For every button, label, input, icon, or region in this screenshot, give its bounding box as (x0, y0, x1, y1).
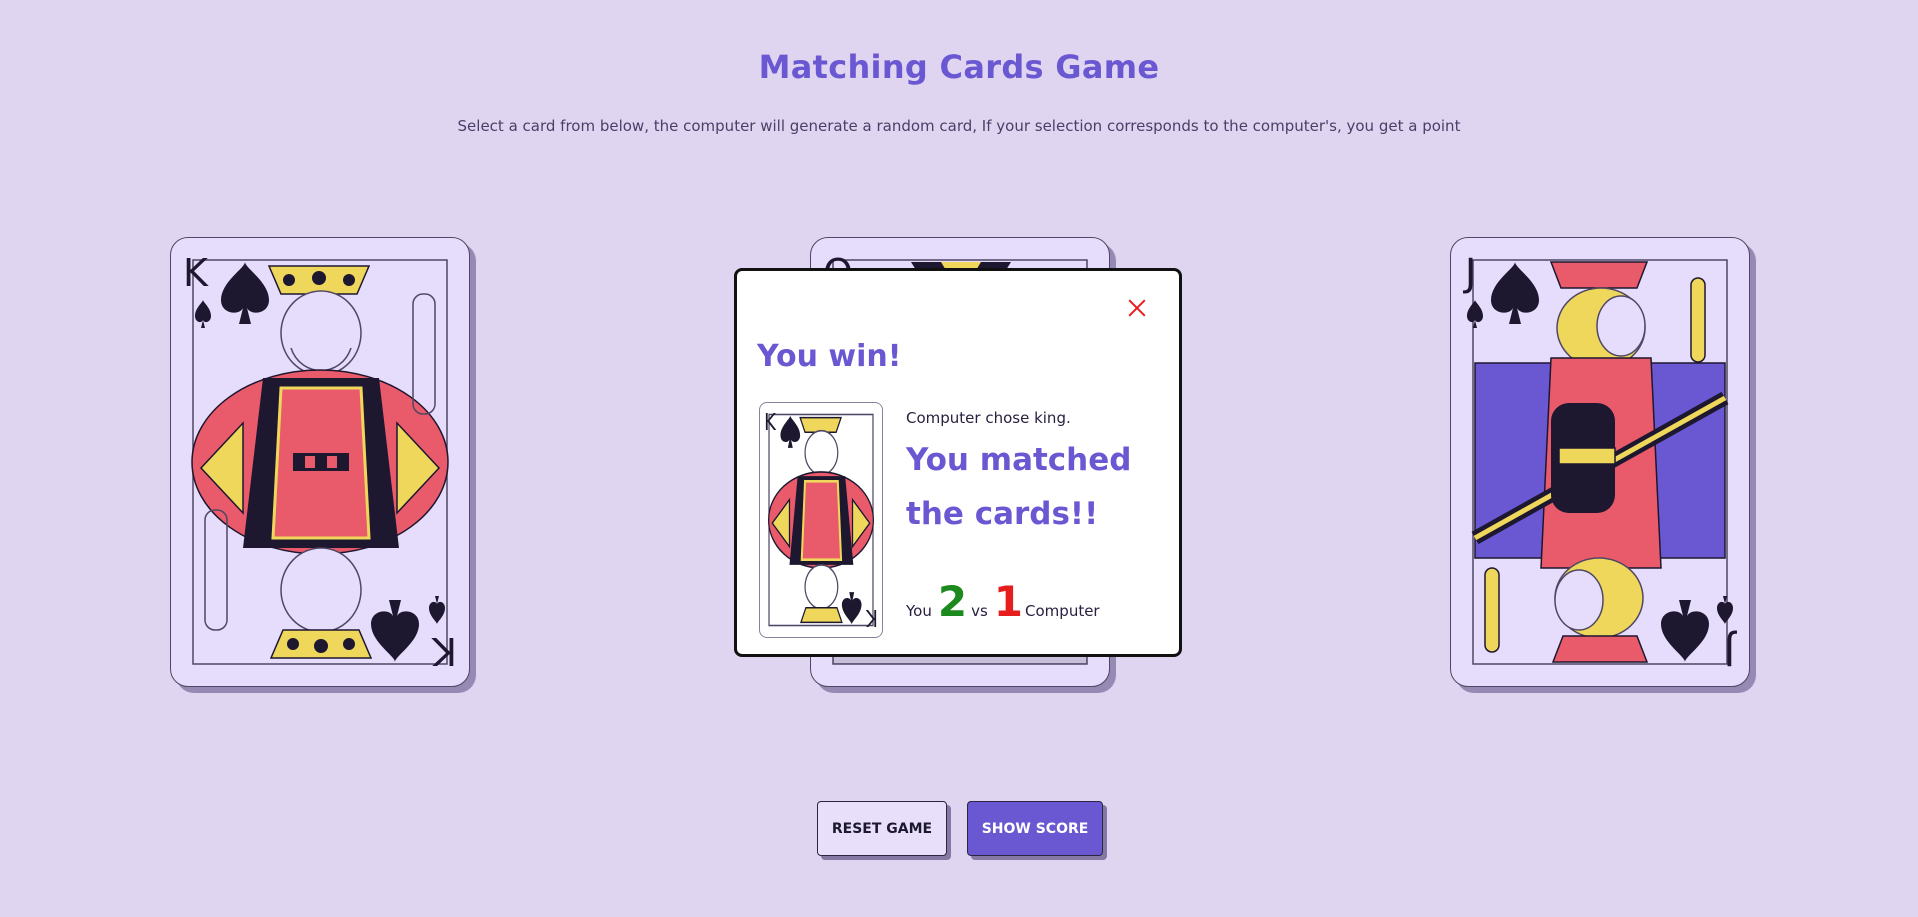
card-king-of-spades[interactable]: K K (170, 237, 470, 687)
score-vs: vs (971, 602, 988, 620)
page-title: Matching Cards Game (758, 48, 1160, 86)
result-heading: You win! (757, 339, 902, 374)
score-computer-value: 1 (993, 577, 1024, 626)
score-computer-label: Computer (1025, 602, 1100, 620)
result-modal: You win! K K Computer chose king. You ma… (734, 268, 1182, 657)
jack-card-illustration: J J (1463, 251, 1737, 673)
score-you-value: 2 (937, 577, 968, 626)
reset-game-button[interactable]: RESET GAME (817, 801, 947, 856)
page-subtitle: Select a card from below, the computer w… (457, 117, 1461, 135)
match-message: You matched the cards!! (906, 442, 1132, 532)
card-rank-bottom: J (1724, 629, 1737, 673)
close-icon[interactable] (1122, 293, 1152, 323)
mini-card-rank-bottom: K (866, 604, 878, 631)
card-jack-of-spades[interactable]: J J (1450, 237, 1750, 687)
mini-card-rank: K (764, 409, 776, 436)
show-score-button[interactable]: SHOW SCORE (967, 801, 1103, 856)
score-you-label: You (906, 602, 932, 620)
king-card-illustration: K K (183, 251, 457, 673)
computer-choice-text: Computer chose king. (906, 409, 1071, 427)
card-rank-top: K (183, 251, 209, 295)
card-rank-bottom: K (431, 629, 457, 673)
score-line: You 2 vs 1 Computer (906, 577, 1100, 626)
computer-card-image: K K (759, 402, 883, 638)
card-rank-top: J (1463, 251, 1476, 295)
mini-king-card-illustration: K K (764, 409, 878, 631)
